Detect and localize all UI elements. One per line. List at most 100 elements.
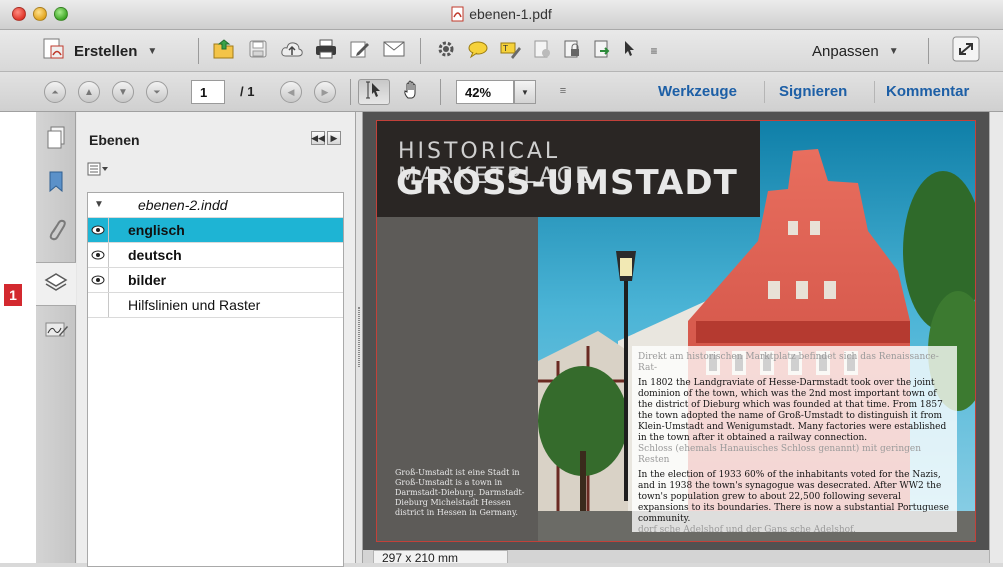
- eye-icon: [91, 222, 105, 238]
- layer-group-row[interactable]: ▼ ebenen-2.indd: [88, 193, 343, 218]
- body-paragraph: In the election of 1933 60% of the inhab…: [638, 470, 949, 524]
- bookmark-icon: [46, 169, 66, 200]
- document-view[interactable]: HISTORICAL MARKETPLACE GROSS-UMSTADT Gro…: [363, 112, 989, 550]
- comment-link[interactable]: Kommentar: [886, 83, 969, 100]
- protect-button[interactable]: [558, 36, 586, 66]
- attachments-button[interactable]: [36, 208, 76, 252]
- layers-button[interactable]: [36, 262, 76, 306]
- settings-button[interactable]: [432, 36, 460, 66]
- layer-visibility-toggle[interactable]: [88, 243, 109, 267]
- arrow-up-icon: ▲: [84, 86, 94, 98]
- collapse-panel-button[interactable]: ◀◀: [311, 131, 325, 145]
- save-button[interactable]: [244, 36, 272, 66]
- callout-marker: 1: [4, 284, 22, 306]
- left-gutter: [0, 112, 36, 563]
- layer-name: deutsch: [128, 247, 182, 263]
- back-view-button[interactable]: ◀: [280, 81, 302, 103]
- toolbar-divider: [420, 38, 421, 64]
- last-page-icon: ⏷: [153, 86, 161, 97]
- layer-row-hilfslinien[interactable]: Hilfslinien und Raster: [88, 293, 343, 318]
- chevron-down-icon: ▼: [147, 45, 158, 57]
- customize-button[interactable]: Anpassen ▼: [812, 36, 899, 66]
- open-button[interactable]: [210, 36, 238, 66]
- toolbar-overflow-button[interactable]: ≡: [646, 36, 662, 66]
- first-page-button[interactable]: ⏶: [44, 81, 66, 103]
- pdf-page: HISTORICAL MARKETPLACE GROSS-UMSTADT Gro…: [376, 120, 976, 542]
- layer-row-englisch[interactable]: englisch: [88, 218, 343, 243]
- arrow-down-icon: ▼: [118, 86, 128, 98]
- comment-button[interactable]: [464, 36, 492, 66]
- last-page-button[interactable]: ⏷: [146, 81, 168, 103]
- envelope-icon: [382, 40, 406, 63]
- zoom-value: 42%: [465, 84, 492, 100]
- navigation-toolbar: ⏶ ▲ ▼ ⏷ 1 / 1 ◀ ▶ 42% ▼ ≡ Werkzeuge Sign…: [0, 72, 1003, 112]
- chevron-right-icon: ▶: [330, 132, 338, 143]
- toolbar-divider: [928, 38, 929, 64]
- edit-document-icon: [349, 39, 371, 64]
- overflow-icon: ≡: [559, 85, 567, 97]
- toolbar-divider: [350, 79, 351, 105]
- text-select-cursor-icon: [365, 80, 383, 105]
- zoom-dropdown-button[interactable]: ▼: [514, 80, 536, 104]
- layer-group-name: ebenen-2.indd: [138, 197, 228, 213]
- hidden-layer-text: Schloss (ehemals Hanauisches Schloss gen…: [638, 444, 921, 465]
- layer-name: englisch: [128, 222, 185, 238]
- select-tool-button[interactable]: [358, 79, 390, 105]
- toolbar-divider: [764, 81, 765, 103]
- cursor-icon: [622, 39, 638, 64]
- redact-button[interactable]: [528, 36, 556, 66]
- select-button[interactable]: [616, 36, 644, 66]
- window-title-text: ebenen-1.pdf: [469, 6, 552, 22]
- edit-button[interactable]: [346, 36, 374, 66]
- layers-list: ▼ ebenen-2.indd englisch deutsch bilder …: [87, 192, 344, 567]
- overflow-icon: ≡: [650, 44, 658, 58]
- next-page-button[interactable]: ▼: [112, 81, 134, 103]
- sign-link[interactable]: Signieren: [779, 83, 847, 100]
- splitter-grip: [358, 307, 360, 367]
- page-total: / 1: [240, 84, 255, 99]
- previous-page-button[interactable]: ▲: [78, 81, 100, 103]
- expand-panel-button[interactable]: ▶: [327, 131, 341, 145]
- layer-options-button[interactable]: [87, 162, 109, 180]
- signatures-button[interactable]: [36, 310, 76, 354]
- first-page-icon: ⏶: [51, 86, 59, 97]
- create-button[interactable]: Erstellen ▼: [40, 36, 157, 66]
- toolbar-divider: [440, 79, 441, 105]
- forward-view-button[interactable]: ▶: [314, 81, 336, 103]
- document-scrollbar[interactable]: [989, 112, 1003, 563]
- fullscreen-button[interactable]: [950, 36, 982, 66]
- page-caption: Groß-Umstadt ist eine Stadt in Groß-Umst…: [395, 468, 525, 517]
- export-button[interactable]: [588, 36, 616, 66]
- disclosure-triangle-icon[interactable]: ▼: [94, 199, 104, 210]
- print-button[interactable]: [312, 36, 340, 66]
- options-menu-icon: [87, 161, 109, 182]
- email-button[interactable]: [380, 36, 408, 66]
- page-thumbnails-button[interactable]: [36, 118, 76, 162]
- navigation-pane-strip: [36, 112, 76, 563]
- eye-icon: [91, 272, 105, 288]
- layer-visibility-toggle[interactable]: [88, 218, 109, 242]
- speech-bubble-icon: [467, 39, 489, 64]
- layers-scrollbar[interactable]: [334, 192, 344, 567]
- highlighter-icon: T: [499, 39, 521, 64]
- document-redact-icon: [532, 39, 552, 64]
- zoom-input[interactable]: 42%: [456, 80, 514, 104]
- page-title-block: HISTORICAL MARKETPLACE GROSS-UMSTADT: [377, 121, 760, 217]
- layers-panel: Ebenen ◀◀ ▶ ▼ ebenen-2.indd englisch deu…: [77, 112, 356, 567]
- highlight-button[interactable]: T: [496, 36, 524, 66]
- cloud-upload-icon: [280, 39, 304, 64]
- page-number-input[interactable]: 1: [191, 80, 225, 104]
- upload-button[interactable]: [278, 36, 306, 66]
- hand-tool-button[interactable]: [396, 79, 428, 105]
- layer-visibility-toggle[interactable]: [88, 293, 109, 317]
- pane-splitter[interactable]: [356, 112, 363, 563]
- layer-visibility-toggle[interactable]: [88, 268, 109, 292]
- layer-row-deutsch[interactable]: deutsch: [88, 243, 343, 268]
- layer-name: bilder: [128, 272, 167, 288]
- pdf-file-icon: [451, 6, 465, 22]
- layer-row-bilder[interactable]: bilder: [88, 268, 343, 293]
- svg-text:T: T: [502, 44, 508, 53]
- bookmarks-button[interactable]: [36, 162, 76, 206]
- nav-overflow-button[interactable]: ≡: [556, 76, 570, 106]
- tools-link[interactable]: Werkzeuge: [658, 83, 737, 100]
